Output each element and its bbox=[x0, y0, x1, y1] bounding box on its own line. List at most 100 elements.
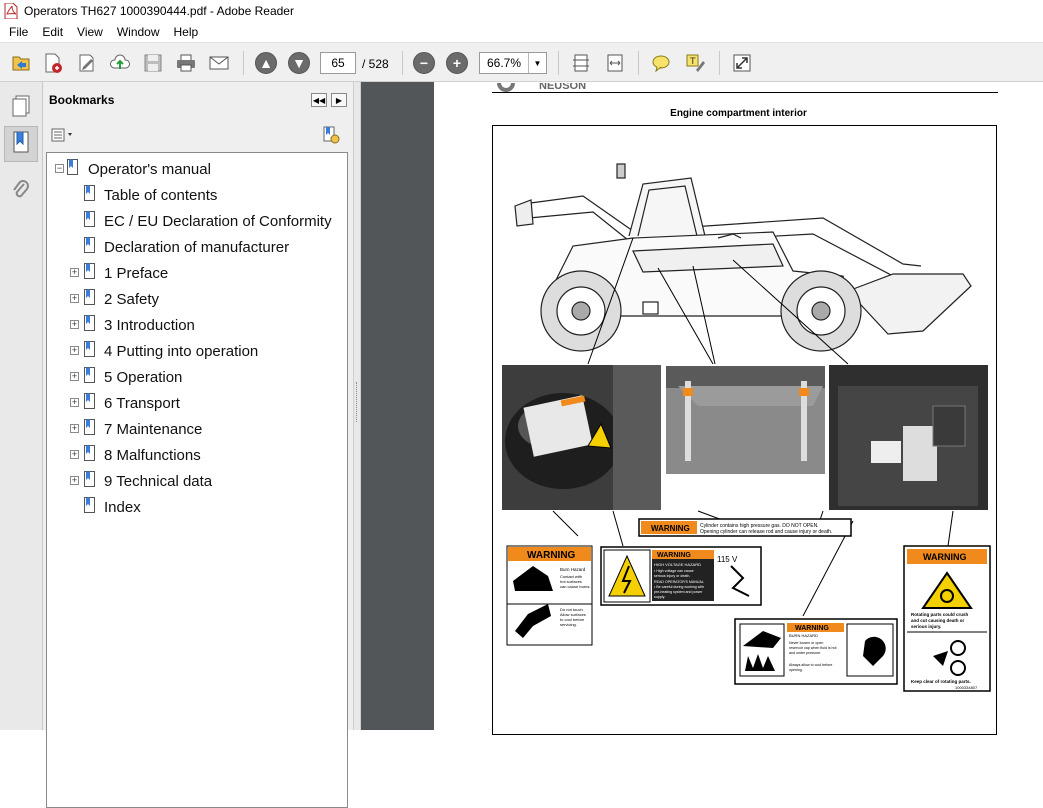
rotating-parts-decal: WARNING Rotating parts could crush and c… bbox=[903, 545, 991, 692]
fit-page-icon[interactable] bbox=[568, 51, 594, 75]
bookmark-icon bbox=[84, 185, 95, 201]
bookmark-label: 2 Safety bbox=[104, 291, 160, 308]
bookmark-label: 1 Preface bbox=[104, 265, 169, 282]
svg-text:Never loosen or open: Never loosen or open bbox=[789, 641, 823, 645]
bookmark-label: Table of contents bbox=[104, 187, 218, 204]
bookmark-operation[interactable]: + 5 Operation bbox=[47, 365, 347, 389]
reservoir-burn-decal: WARNING BURN HAZARD Never loosen or open… bbox=[734, 618, 898, 685]
bookmark-label: 7 Maintenance bbox=[104, 421, 203, 438]
bookmark-safety[interactable]: + 2 Safety bbox=[47, 287, 347, 311]
pages-icon bbox=[12, 95, 30, 117]
navigation-rail bbox=[0, 82, 43, 730]
attachments-button[interactable] bbox=[4, 172, 38, 208]
highlight-icon[interactable]: T bbox=[682, 51, 708, 75]
svg-text:opening.: opening. bbox=[789, 668, 803, 672]
svg-text:READ OPERATOR'S MANUAL: READ OPERATOR'S MANUAL bbox=[654, 580, 704, 584]
next-page-button[interactable]: ▼ bbox=[286, 51, 312, 75]
bookmark-label: 5 Operation bbox=[104, 369, 183, 386]
zoom-out-button[interactable]: − bbox=[411, 51, 437, 75]
bookmarks-panel-button[interactable] bbox=[4, 126, 38, 162]
menu-edit[interactable]: Edit bbox=[35, 22, 70, 42]
page-thumbnails-button[interactable] bbox=[4, 88, 38, 124]
bookmark-transport[interactable]: + 6 Transport bbox=[47, 391, 347, 415]
section-title: Engine compartment interior bbox=[670, 108, 807, 119]
document-view[interactable]: NEUSON Engine compartment interior WARNI… bbox=[361, 74, 1043, 735]
expand-icon[interactable] bbox=[729, 51, 755, 75]
menu-view[interactable]: View bbox=[70, 22, 110, 42]
svg-text:T: T bbox=[689, 57, 696, 67]
expand-toggle[interactable]: + bbox=[70, 424, 79, 433]
new-bookmark-icon[interactable] bbox=[322, 126, 340, 147]
menu-help[interactable]: Help bbox=[167, 22, 206, 42]
expand-toggle[interactable]: + bbox=[70, 398, 79, 407]
window-title: Operators TH627 1000390444.pdf - Adobe R… bbox=[24, 4, 294, 18]
bookmark-label: Index bbox=[104, 499, 141, 516]
zoom-value: 66.7% bbox=[486, 56, 522, 70]
bookmark-index[interactable]: Index bbox=[47, 495, 347, 519]
bookmark-operators-manual[interactable]: − Operator's manual bbox=[47, 157, 347, 181]
bookmark-ec-declaration[interactable]: EC / EU Declaration of Conformity bbox=[47, 209, 347, 233]
expand-toggle[interactable]: + bbox=[70, 346, 79, 355]
options-menu-icon[interactable] bbox=[51, 128, 75, 145]
svg-text:WARNING: WARNING bbox=[527, 550, 576, 561]
expand-toggle[interactable]: + bbox=[70, 294, 79, 303]
menu-window[interactable]: Window bbox=[110, 22, 167, 42]
svg-text:reservoir cap when fluid is ho: reservoir cap when fluid is hot bbox=[789, 646, 837, 650]
svg-text:NEUSON: NEUSON bbox=[539, 83, 586, 92]
menu-file[interactable]: File bbox=[2, 22, 35, 42]
adobe-pdf-icon bbox=[4, 2, 18, 20]
bookmark-icon bbox=[84, 289, 95, 305]
svg-text:BURN HAZARD: BURN HAZARD bbox=[789, 633, 818, 638]
svg-text:Rotating parts could crush: Rotating parts could crush bbox=[911, 612, 969, 617]
email-icon[interactable] bbox=[206, 51, 232, 75]
save-icon[interactable] bbox=[140, 51, 166, 75]
chevron-down-icon[interactable]: ▼ bbox=[528, 53, 546, 73]
collapse-toggle[interactable]: − bbox=[55, 164, 64, 173]
bookmark-malfunctions[interactable]: + 8 Malfunctions bbox=[47, 443, 347, 467]
previous-page-button[interactable]: ▲ bbox=[253, 51, 279, 75]
menu-bar: File Edit View Window Help bbox=[0, 22, 1043, 42]
bookmark-putting-into-operation[interactable]: + 4 Putting into operation bbox=[47, 339, 347, 363]
page-number-input[interactable]: 65 bbox=[320, 52, 356, 74]
collapse-panel-icon[interactable]: ◀◀ bbox=[311, 93, 327, 107]
bookmark-maintenance[interactable]: + 7 Maintenance bbox=[47, 417, 347, 441]
print-icon[interactable] bbox=[173, 51, 199, 75]
bookmark-declaration-manufacturer[interactable]: Declaration of manufacturer bbox=[47, 235, 347, 259]
edit-pdf-icon[interactable] bbox=[74, 51, 100, 75]
svg-text:Opening cylinder can release r: Opening cylinder can release rod and cau… bbox=[700, 529, 832, 535]
bookmark-table-of-contents[interactable]: Table of contents bbox=[47, 183, 347, 207]
title-bar: Operators TH627 1000390444.pdf - Adobe R… bbox=[0, 0, 1043, 22]
comment-icon[interactable] bbox=[648, 51, 674, 75]
expand-toggle[interactable]: + bbox=[70, 268, 79, 277]
svg-text:serious injury or death.: serious injury or death. bbox=[654, 574, 690, 578]
zoom-in-button[interactable]: + bbox=[444, 51, 470, 75]
zoom-select[interactable]: 66.7% ▼ bbox=[479, 52, 547, 74]
toolbar: ▲ ▼ 65 / 528 − + 66.7% ▼ T bbox=[0, 42, 1043, 82]
expand-toggle[interactable]: + bbox=[70, 476, 79, 485]
cloud-upload-icon[interactable] bbox=[107, 51, 133, 75]
panel-splitter[interactable] bbox=[353, 82, 361, 730]
cylinder-warning-decal: WARNING Cylinder contains high pressure … bbox=[638, 518, 852, 537]
bookmark-label: Operator's manual bbox=[88, 161, 211, 178]
expand-toggle[interactable]: + bbox=[70, 450, 79, 459]
pdf-page: NEUSON Engine compartment interior WARNI… bbox=[434, 74, 1043, 735]
figure-engine-compartment: WARNING Cylinder contains high pressure … bbox=[492, 125, 997, 735]
expand-toggle[interactable]: + bbox=[70, 372, 79, 381]
svg-text:Always allow to cool before: Always allow to cool before bbox=[789, 663, 832, 667]
telehandler-illustration bbox=[514, 163, 972, 352]
create-pdf-icon[interactable] bbox=[40, 51, 66, 75]
open-icon[interactable] bbox=[8, 51, 34, 75]
bookmark-icon bbox=[84, 497, 95, 513]
bookmark-icon bbox=[84, 341, 95, 357]
burn-hazard-decal: WARNING Burn Hazard Contact with hot sur… bbox=[506, 545, 593, 646]
photo-gas-cylinder bbox=[666, 366, 825, 474]
bookmark-technical-data[interactable]: + 9 Technical data bbox=[47, 469, 347, 493]
bookmark-introduction[interactable]: + 3 Introduction bbox=[47, 313, 347, 337]
expand-toggle[interactable]: + bbox=[70, 320, 79, 329]
bookmark-label: 9 Technical data bbox=[104, 473, 213, 490]
fit-width-icon[interactable] bbox=[602, 51, 628, 75]
bookmark-preface[interactable]: + 1 Preface bbox=[47, 261, 347, 285]
svg-text:WARNING: WARNING bbox=[657, 552, 691, 559]
expand-panel-icon[interactable]: ▶ bbox=[331, 93, 347, 107]
bookmark-label: EC / EU Declaration of Conformity bbox=[104, 213, 332, 230]
